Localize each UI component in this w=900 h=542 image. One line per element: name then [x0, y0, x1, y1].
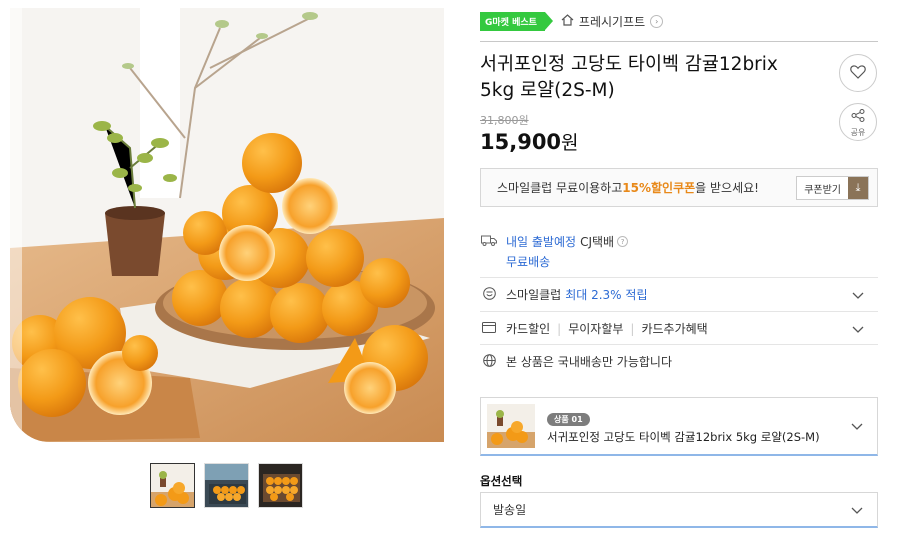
smile-club-row[interactable]: 스마일클럽 최대 2.3% 적립	[480, 286, 878, 303]
divider	[480, 277, 878, 278]
shop-name: 프레시기프트	[578, 15, 646, 29]
coupon-banner: 스마일클럽 무료이용하고 15%할인쿠폰 을 받으세요! 쿠폰받기 ⤓	[480, 168, 878, 207]
thumbnail-1[interactable]	[150, 463, 195, 508]
selected-option-card[interactable]: 상품 01 서귀포인정 고당도 타이벡 감귤12brix 5kg 로얄(2S-M…	[480, 397, 878, 456]
coupon-text-after: 을 받으세요!	[695, 181, 759, 195]
heart-icon	[850, 64, 866, 83]
smile-club-benefit: 최대 2.3% 적립	[565, 288, 648, 302]
share-label: 공유	[850, 127, 866, 137]
sale-price: 15,900원	[480, 128, 579, 155]
share-icon	[851, 107, 865, 126]
coupon-text-before: 스마일클럽 무료이용하고	[497, 181, 623, 195]
sale-price-unit: 원	[561, 132, 579, 154]
card-discount: 카드할인	[506, 322, 551, 336]
coupon-highlight: 15%할인쿠폰	[622, 181, 696, 195]
thumbnail-strip	[150, 463, 303, 508]
chevron-down-icon	[852, 322, 864, 336]
best-badge: G마켓 베스트	[480, 12, 553, 31]
free-shipping: 무료배송	[506, 255, 551, 269]
divider	[480, 311, 878, 312]
get-coupon-label: 쿠폰받기	[804, 184, 841, 196]
chevron-down-icon	[851, 419, 863, 433]
card-extra-benefit: 카드추가혜택	[641, 322, 708, 336]
wishlist-button[interactable]	[839, 54, 877, 92]
smile-club-label: 스마일클럽	[506, 288, 562, 302]
option-select-label: 옵션선택	[480, 474, 523, 488]
product-title: 서귀포인정 고당도 타이벡 감귤12brix 5kg 로얄(2S-M)	[480, 54, 778, 101]
divider	[480, 344, 878, 345]
option-name: 서귀포인정 고당도 타이벡 감귤12brix 5kg 로얄(2S-M)	[547, 430, 820, 444]
get-coupon-button[interactable]: 쿠폰받기 ⤓	[796, 176, 869, 200]
card-benefits-row[interactable]: 카드할인 | 무이자할부 | 카드추가혜택	[480, 320, 878, 337]
shop-link[interactable]: 프레시기프트 ›	[561, 13, 664, 30]
seller-row: G마켓 베스트 프레시기프트 ›	[480, 8, 878, 42]
chevron-down-icon	[852, 288, 864, 302]
shipping-notice: 본 상품은 국내배송만 가능합니다	[506, 355, 673, 369]
delivery-carrier: CJ택배	[580, 235, 615, 249]
option-badge: 상품 01	[547, 413, 590, 426]
sale-price-number: 15,900	[480, 130, 562, 154]
delivery-row: 내일 출발예정 CJ택배 ?	[480, 233, 878, 250]
card-installment: 무이자할부	[568, 322, 624, 336]
delivery-date: 내일 출발예정	[506, 235, 577, 249]
ship-date-select[interactable]: 발송일	[480, 492, 878, 528]
option-thumbnail	[487, 404, 535, 448]
original-price: 31,800원	[480, 114, 529, 127]
globe-icon	[480, 353, 498, 370]
smile-icon	[480, 286, 498, 303]
thumbnail-2[interactable]	[204, 463, 249, 508]
ship-date-placeholder: 발송일	[493, 503, 527, 517]
card-icon	[480, 321, 498, 336]
shipping-notice-row: 본 상품은 국내배송만 가능합니다	[480, 353, 878, 370]
thumbnail-3[interactable]	[258, 463, 303, 508]
share-button[interactable]: 공유	[839, 103, 877, 141]
chevron-right-icon: ›	[650, 15, 664, 28]
truck-icon	[480, 235, 498, 249]
product-main-image	[10, 8, 444, 442]
download-icon: ⤓	[848, 177, 868, 199]
separator: |	[557, 321, 562, 336]
home-icon	[561, 14, 574, 29]
chevron-down-icon	[851, 503, 863, 517]
separator: |	[630, 321, 635, 336]
help-icon[interactable]: ?	[617, 236, 629, 247]
